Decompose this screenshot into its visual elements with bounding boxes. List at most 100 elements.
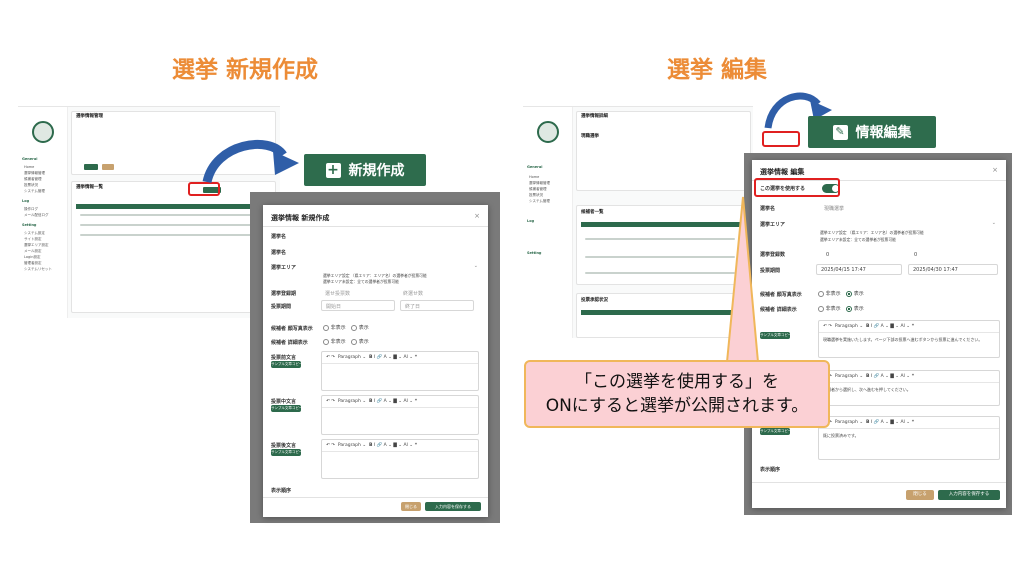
detail-panel: 選挙情報詳細 現職選挙 [576,111,751,191]
editor-toolbar[interactable]: ↶ ↷ Paragraph ⌄ B I 🔗 A ⌄ ▇ ⌄ AI ⌄ ❝ [819,321,999,333]
date-to-field[interactable]: 終了日 [400,300,474,311]
radio-hide[interactable] [818,290,824,297]
sidebar-item-login[interactable]: Login設定 [24,255,40,260]
save-button[interactable]: 入力内容を保存する [938,490,1000,500]
sidebar-item-elections[interactable]: 選挙情報管理 [529,181,550,186]
radio-hide-label: 非表示 [825,291,841,297]
sidebar-item-home[interactable]: Home [529,175,539,180]
sample-copy-button[interactable]: サンプル文章コピー [760,428,791,435]
editor-toolbar[interactable]: ↶ ↷ Paragraph ⌄ B I 🔗 A ⌄ ▇ ⌄ AI ⌄ ❝ [819,371,999,383]
paragraph-select[interactable]: Paragraph [338,355,361,360]
radio-show[interactable] [351,324,358,331]
date-from-field[interactable]: 2025/04/15 17:47 [816,264,902,275]
editor-mid[interactable]: ↶ ↷ Paragraph ⌄ B I 🔗 A ⌄ ▇ ⌄ AI ⌄ ❝ 候補者… [818,370,1000,406]
sidebar-item-system[interactable]: システム管理 [24,189,45,194]
detail-radio[interactable]: 非表示 表示 [323,338,369,345]
start-value-2[interactable]: 0 [914,252,917,258]
sidebar-item-site[interactable]: サイト設定 [24,237,42,242]
sidebar-section-log: Log [22,199,30,203]
editor-toolbar[interactable]: ↶ ↷ Paragraph ⌄ B I 🔗 A ⌄ ▇ ⌄ AI ⌄ ❝ [322,440,478,452]
avatar [32,121,54,143]
sidebar-item-candidates[interactable]: 候補者管理 [529,187,547,192]
sidebar-section-general: General [22,157,38,161]
list-title: 選挙情報一覧 [76,185,103,190]
editor-pre[interactable]: ↶ ↷ Paragraph ⌄ B I 🔗 A ⌄ ▇ ⌄ AI ⌄ ❝ 現職選… [818,320,1000,358]
start-input[interactable]: 選せ投票数 [325,290,350,297]
close-button[interactable]: 閉じる [906,490,934,500]
sidebar: General Home 選挙情報管理 候補者管理 投票状況 システム管理 Lo… [523,107,573,338]
edit-callout-label: 情報編集 [855,125,912,141]
editor-post[interactable]: ↶ ↷ Paragraph ⌄ B I 🔗 A ⌄ ▇ ⌄ AI ⌄ ❝ [321,439,479,479]
sidebar-item-maillog[interactable]: メール配信ログ [24,213,49,218]
name-value[interactable]: 現職選挙 [824,205,844,212]
sidebar-item-sysset[interactable]: システム設定 [24,231,45,236]
editor-post[interactable]: ↶ ↷ Paragraph ⌄ B I 🔗 A ⌄ ▇ ⌄ AI ⌄ ❝ 既に投… [818,416,1000,460]
sidebar-item-votes[interactable]: 投票状況 [529,193,543,198]
sidebar-item-oplog[interactable]: 操作ログ [24,207,38,212]
label-pre: 投票前文言 [271,355,297,361]
create-modal: 選挙情報 新規作成 × 選挙名 選挙名 選挙エリア ⌄ 選挙エリア設定 （県エリ… [263,205,488,517]
sample-copy-button[interactable]: サンプル文章コピー [271,405,302,412]
close-icon[interactable]: × [992,166,998,174]
bubble-line-2: ONにすると選挙が公開されます。 [545,396,809,416]
radio-show-label: 表示 [853,291,864,297]
chevron-down-icon[interactable]: ⌄ [474,263,478,269]
date-to-field[interactable]: 2025/04/30 17:47 [908,264,998,275]
close-button[interactable]: 閉じる [401,502,421,511]
paragraph-select[interactable]: Paragraph [338,399,361,404]
paragraph-select[interactable]: Paragraph [835,420,858,425]
detail-radio[interactable]: 非表示 表示 [818,305,864,312]
paragraph-select[interactable]: Paragraph [338,443,361,448]
sidebar-item-candidates[interactable]: 候補者管理 [24,177,42,182]
start-value[interactable]: 0 [826,252,829,258]
editor-post-text: 既に投票済みです。 [823,433,859,438]
sidebar-item-admin[interactable]: 管理者設定 [24,261,42,266]
radio-show[interactable] [846,305,853,312]
section-title: 現職選挙 [581,134,599,139]
radio-show-label: 表示 [853,306,864,312]
paragraph-select[interactable]: Paragraph [835,374,858,379]
sample-copy-button[interactable]: サンプル文章コピー [271,361,302,368]
search-button[interactable] [84,164,98,170]
sidebar-item-votes[interactable]: 投票状況 [24,183,38,188]
photo-radio[interactable]: 非表示 表示 [323,324,369,331]
radio-hide-label: 非表示 [330,325,346,331]
sidebar-item-mail[interactable]: メール設定 [24,249,42,254]
sidebar-item-system[interactable]: システム管理 [529,199,550,204]
close-icon[interactable]: × [474,212,480,220]
date-from-placeholder: 開始日 [326,304,342,310]
date-from-field[interactable]: 開始日 [321,300,395,311]
chevron-down-icon[interactable]: ⌄ [992,220,996,226]
edit-icon: ✎ [832,124,848,140]
edit-title: 選挙 編集 [667,57,768,83]
sidebar-item-elections[interactable]: 選挙情報管理 [24,171,45,176]
radio-hide[interactable] [323,338,329,345]
bubble-line-1: 「この選挙を使用する」を [575,372,779,392]
divider [752,482,1006,483]
sample-copy-button[interactable]: サンプル文章コピー [271,449,302,456]
create-callout-button: + 新規作成 [304,154,426,186]
radio-show[interactable] [846,290,853,297]
area-help-1: 選挙エリア設定 （県エリア：エリア名）の選挙者が投票可能 [820,230,924,235]
end-input[interactable]: 終選せ数 [403,290,423,297]
table-row [80,214,260,216]
editor-pre[interactable]: ↶ ↷ Paragraph ⌄ B I 🔗 A ⌄ ▇ ⌄ AI ⌄ ❝ [321,351,479,391]
editor-toolbar[interactable]: ↶ ↷ Paragraph ⌄ B I 🔗 A ⌄ ▇ ⌄ AI ⌄ ❝ [322,396,478,408]
radio-show-label: 表示 [358,325,369,331]
photo-radio[interactable]: 非表示 表示 [818,290,864,297]
sidebar-item-area[interactable]: 選挙エリア設定 [24,243,49,248]
sidebar-item-reset[interactable]: システムリセット [24,267,52,272]
reset-button[interactable] [102,164,114,170]
radio-hide[interactable] [323,324,329,331]
date-to-value: 2025/04/30 17:47 [913,267,958,273]
paragraph-select[interactable]: Paragraph [835,324,858,329]
editor-toolbar[interactable]: ↶ ↷ Paragraph ⌄ B I 🔗 A ⌄ ▇ ⌄ AI ⌄ ❝ [322,352,478,364]
edit-callout-button: ✎ 情報編集 [808,116,936,148]
editor-mid[interactable]: ↶ ↷ Paragraph ⌄ B I 🔗 A ⌄ ▇ ⌄ AI ⌄ ❝ [321,395,479,435]
sidebar-item-home[interactable]: Home [24,165,34,170]
area-help-2: 選挙エリア未設定：全ての選挙者が投票可能 [820,237,896,242]
radio-show[interactable] [351,338,358,345]
editor-toolbar[interactable]: ↶ ↷ Paragraph ⌄ B I 🔗 A ⌄ ▇ ⌄ AI ⌄ ❝ [819,417,999,429]
radio-hide[interactable] [818,305,824,312]
save-button[interactable]: 入力内容を保存する [425,502,481,511]
